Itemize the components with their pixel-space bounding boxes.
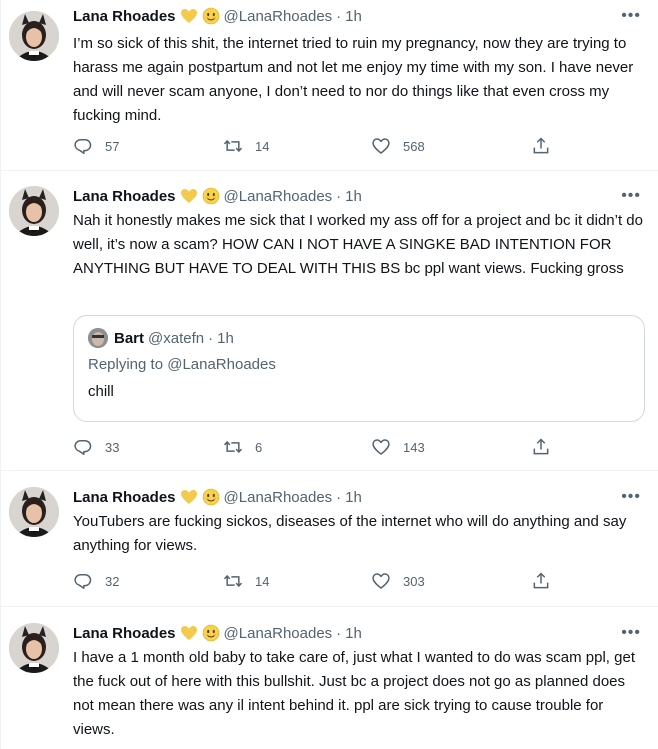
reply-icon	[73, 136, 93, 156]
like-count: 568	[403, 138, 425, 154]
avatar[interactable]	[9, 487, 59, 537]
more-options-icon[interactable]: •••	[621, 623, 641, 643]
share-button[interactable]	[531, 134, 563, 158]
reply-icon	[73, 437, 93, 457]
display-name[interactable]: Lana Rhoades	[73, 625, 176, 642]
like-count: 303	[403, 573, 425, 589]
share-icon	[531, 136, 551, 156]
smiling-face-emoji	[202, 7, 220, 25]
user-handle[interactable]: @LanaRhoades	[224, 489, 333, 506]
quoted-tweet[interactable]: Bart @xatefn · 1h Replying to @LanaRhoad…	[73, 315, 645, 422]
timestamp[interactable]: 1h	[345, 188, 362, 205]
tweet[interactable]: Lana Rhoades @LanaRhoades · 1h ••• I’m s…	[1, 0, 658, 171]
smiling-face-emoji	[202, 624, 220, 642]
share-icon	[531, 571, 551, 591]
tweet-feed: Lana Rhoades @LanaRhoades · 1h ••• I’m s…	[0, 0, 658, 749]
share-button[interactable]	[531, 569, 563, 593]
tweet-header: Lana Rhoades @LanaRhoades · 1h	[73, 487, 362, 507]
action-bar: 33 6 143	[73, 435, 573, 459]
more-options-icon[interactable]: •••	[621, 487, 641, 507]
yellow-heart-emoji	[180, 488, 198, 506]
display-name[interactable]: Lana Rhoades	[73, 188, 176, 205]
display-name[interactable]: Lana Rhoades	[73, 8, 176, 25]
user-handle[interactable]: @LanaRhoades	[224, 625, 333, 642]
tweet-header: Lana Rhoades @LanaRhoades · 1h	[73, 6, 362, 26]
quoted-tweet-header: Bart @xatefn · 1h	[88, 328, 234, 348]
like-button[interactable]: 143	[371, 435, 425, 459]
yellow-heart-emoji	[180, 187, 198, 205]
quoted-display-name: Bart	[114, 329, 145, 347]
retweet-button[interactable]: 14	[223, 569, 269, 593]
more-options-icon[interactable]: •••	[621, 186, 641, 206]
separator-dot: ·	[336, 624, 342, 642]
retweet-button[interactable]: 14	[223, 134, 269, 158]
retweet-icon	[223, 136, 243, 156]
share-button[interactable]	[531, 435, 563, 459]
avatar[interactable]	[9, 623, 59, 673]
yellow-heart-emoji	[180, 624, 198, 642]
tweet-text: I have a 1 month old baby to take care o…	[73, 649, 635, 738]
reply-button[interactable]: 32	[73, 569, 119, 593]
action-bar: 57 14 568	[73, 134, 573, 158]
separator-dot: ·	[336, 187, 342, 205]
retweet-count: 6	[255, 439, 263, 455]
separator-dot: ·	[208, 329, 214, 347]
tweet[interactable]: Lana Rhoades @LanaRhoades · 1h ••• YouTu…	[1, 471, 658, 607]
replying-to: Replying to @LanaRhoades	[88, 356, 276, 373]
avatar[interactable]	[9, 186, 59, 236]
user-handle[interactable]: @LanaRhoades	[224, 8, 333, 25]
share-icon	[531, 437, 551, 457]
timestamp[interactable]: 1h	[345, 489, 362, 506]
reply-icon	[73, 571, 93, 591]
tweet[interactable]: Lana Rhoades @LanaRhoades · 1h ••• Nah i…	[1, 171, 658, 471]
tweet[interactable]: Lana Rhoades @LanaRhoades · 1h ••• I hav…	[1, 607, 658, 749]
smiling-face-emoji	[202, 187, 220, 205]
like-button[interactable]: 568	[371, 134, 425, 158]
retweet-count: 14	[255, 138, 270, 154]
user-handle[interactable]: @LanaRhoades	[224, 188, 333, 205]
reply-button[interactable]: 33	[73, 435, 119, 459]
quoted-timestamp: 1h	[217, 329, 234, 347]
reply-button[interactable]: 57	[73, 134, 119, 158]
tweet-header: Lana Rhoades @LanaRhoades · 1h	[73, 623, 362, 643]
tweet-text: YouTubers are fucking sickos, diseases o…	[73, 513, 627, 554]
reply-count: 32	[105, 573, 120, 589]
retweet-icon	[223, 571, 243, 591]
like-button[interactable]: 303	[371, 569, 425, 593]
separator-dot: ·	[336, 7, 342, 25]
quoted-avatar	[88, 328, 108, 348]
like-count: 143	[403, 439, 425, 455]
quoted-user-handle: @xatefn	[148, 329, 205, 347]
timestamp[interactable]: 1h	[345, 8, 362, 25]
heart-outline-icon	[371, 136, 391, 156]
smiling-face-emoji	[202, 488, 220, 506]
retweet-button[interactable]: 6	[223, 435, 262, 459]
more-options-icon[interactable]: •••	[621, 6, 641, 26]
retweet-icon	[223, 437, 243, 457]
retweet-count: 14	[255, 573, 270, 589]
action-bar: 32 14 303	[73, 569, 573, 593]
reply-count: 57	[105, 138, 120, 154]
avatar[interactable]	[9, 11, 59, 61]
display-name[interactable]: Lana Rhoades	[73, 489, 176, 506]
reply-count: 33	[105, 439, 120, 455]
separator-dot: ·	[336, 488, 342, 506]
tweet-header: Lana Rhoades @LanaRhoades · 1h	[73, 186, 362, 206]
quoted-tweet-text: chill	[88, 383, 114, 400]
heart-outline-icon	[371, 437, 391, 457]
tweet-text: I’m so sick of this shit, the internet t…	[73, 35, 634, 124]
timestamp[interactable]: 1h	[345, 625, 362, 642]
tweet-text: Nah it honestly makes me sick that I wor…	[73, 212, 643, 277]
heart-outline-icon	[371, 571, 391, 591]
yellow-heart-emoji	[180, 7, 198, 25]
